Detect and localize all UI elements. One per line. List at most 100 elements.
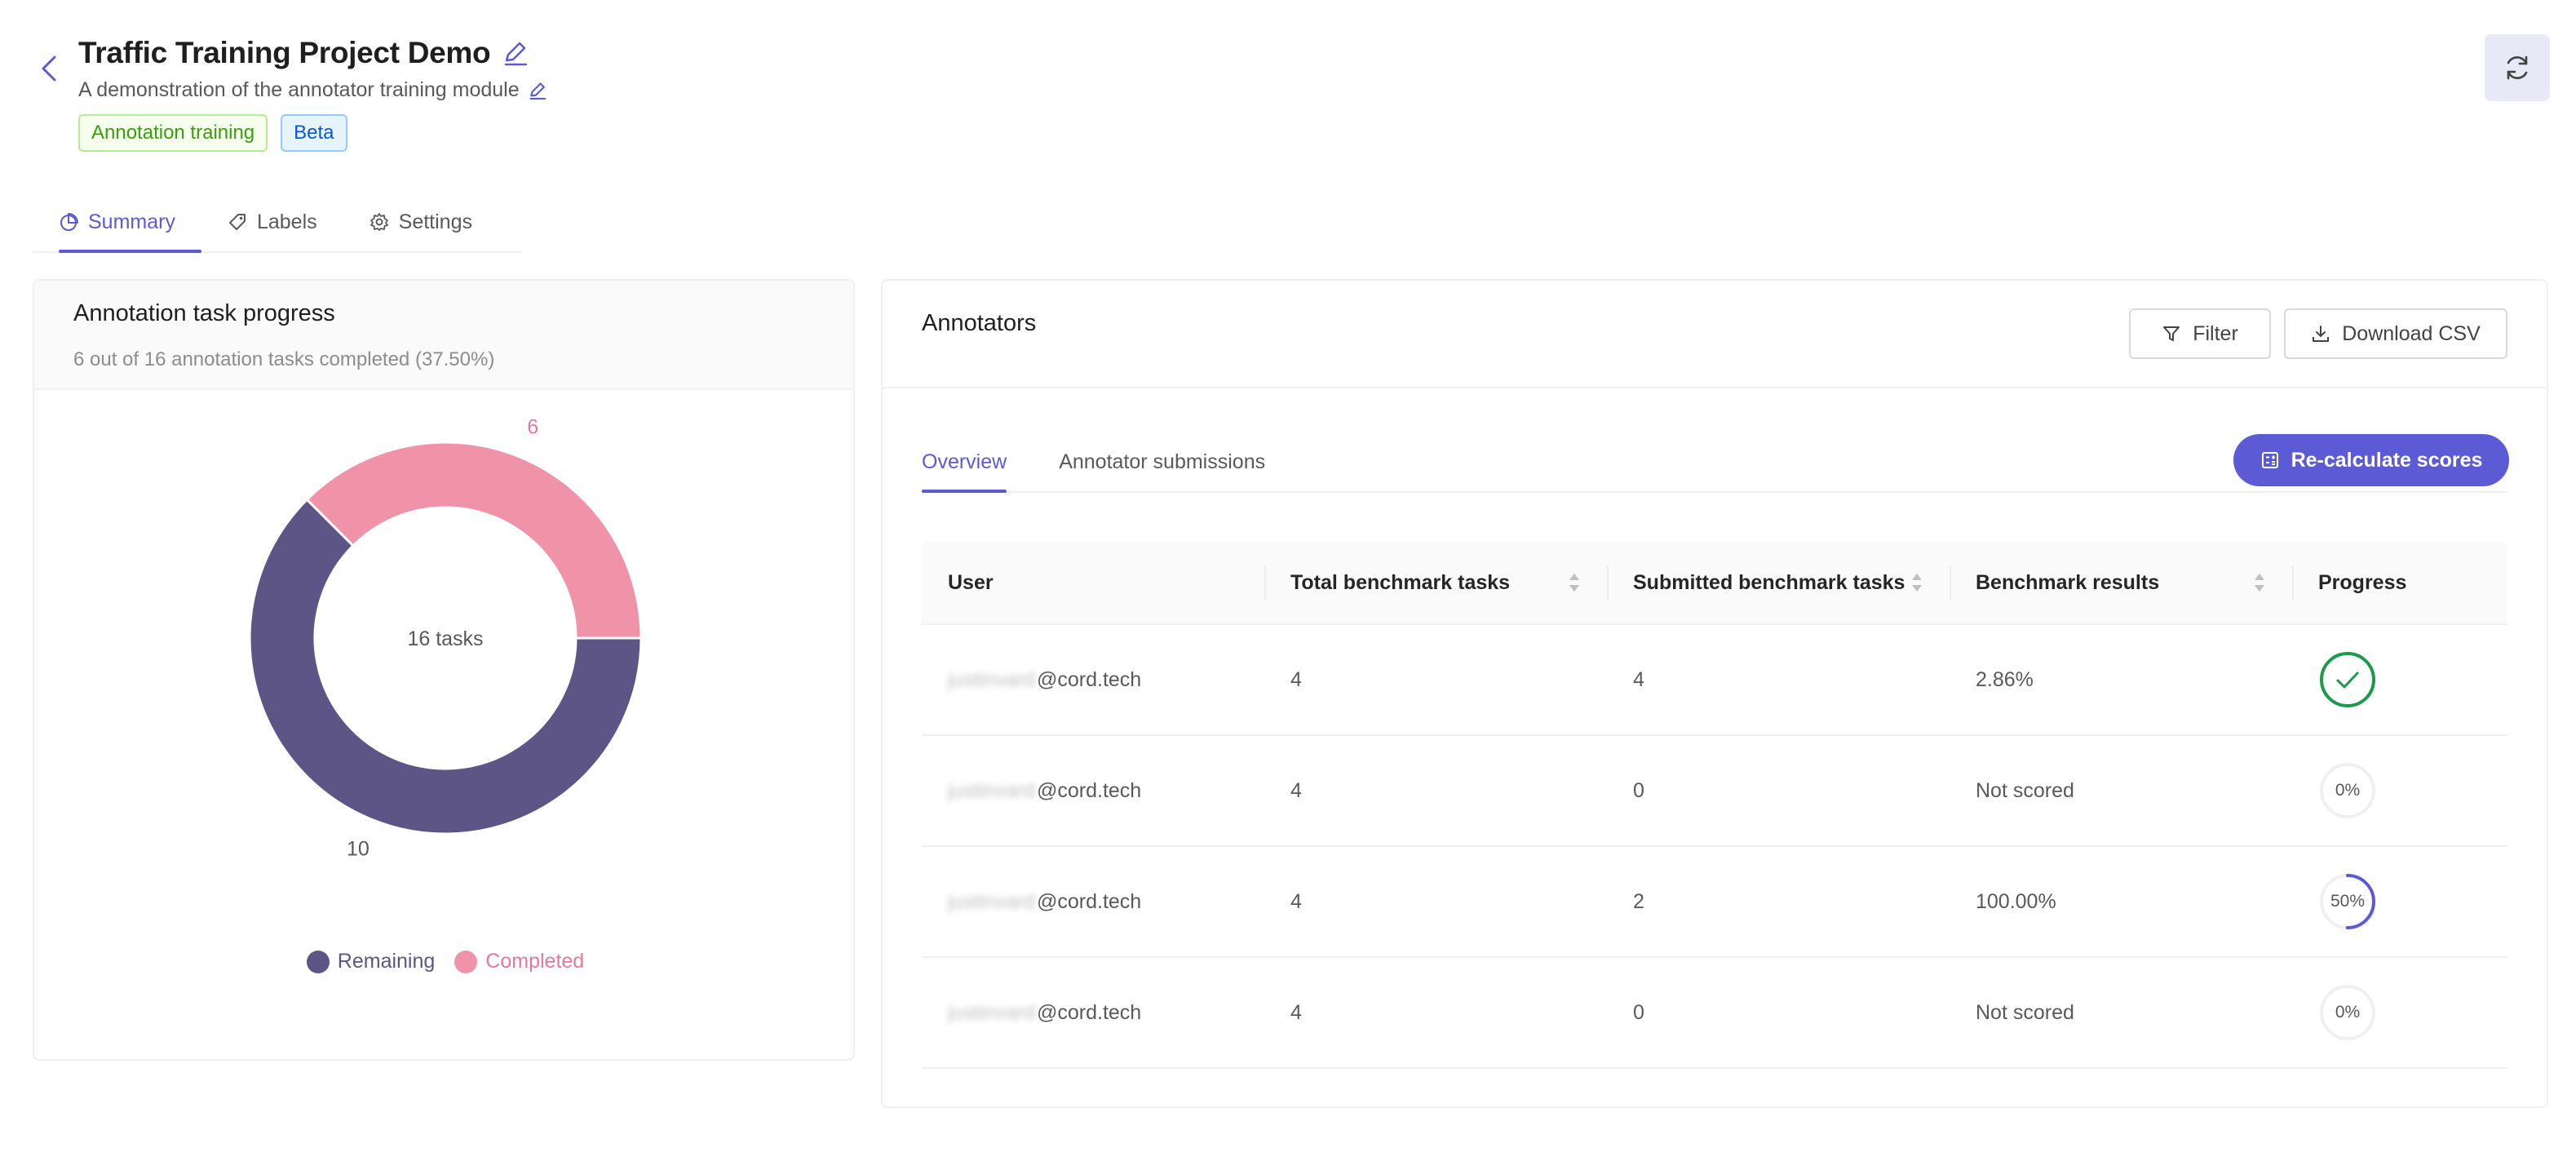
email-domain: @cord.tech — [1037, 1000, 1142, 1024]
title-row: Traffic Training Project Demo — [78, 36, 529, 70]
task-progress-donut-chart: 16 tasks 10 6 — [248, 415, 643, 861]
calculator-icon — [2261, 452, 2278, 468]
column-label-benchmark-results: Benchmark results — [1976, 570, 2160, 594]
table-row[interactable]: justinvard @cord.tech 4 0 Not scored 0% — [922, 958, 2507, 1069]
download-icon — [2313, 326, 2330, 342]
cell-progress: 0% — [2292, 958, 2507, 1067]
task-progress-title: Annotation task progress — [73, 300, 335, 326]
table-row[interactable]: justinvard @cord.tech 4 4 2.86% — [922, 625, 2507, 736]
legend-item-completed[interactable]: Completed — [454, 950, 584, 973]
cell-total: 4 — [1290, 889, 1302, 913]
download-csv-button[interactable]: Download CSV — [2284, 308, 2507, 359]
column-header-benchmark-results[interactable]: Benchmark results — [1950, 542, 2292, 623]
annotators-card: Annotators Filter Download CSV Overview … — [881, 279, 2548, 1108]
cell-user: justinvard @cord.tech — [922, 736, 1264, 845]
table-row[interactable]: justinvard @cord.tech 4 0 Not scored 0% — [922, 736, 2507, 847]
legend-swatch-remaining — [306, 950, 330, 973]
task-progress-header: Annotation task progress 6 out of 16 ann… — [34, 281, 853, 390]
pencil-icon — [505, 42, 528, 66]
back-button[interactable] — [33, 49, 65, 88]
cell-total: 4 — [1290, 778, 1302, 802]
cell-progress — [2292, 625, 2507, 734]
table-body: justinvard @cord.tech 4 4 2.86% justinvar… — [922, 625, 2507, 1069]
column-label-user: User — [948, 570, 994, 594]
progress-ring-track — [2320, 652, 2375, 707]
donut-legend: Remaining Completed — [34, 950, 856, 973]
cell-submitted: 0 — [1633, 1000, 1644, 1024]
email-domain: @cord.tech — [1037, 667, 1142, 691]
annotators-header: Annotators Filter Download CSV — [883, 281, 2547, 388]
donut-value-label-completed: 6 — [527, 415, 538, 438]
tab-labels[interactable]: Labels — [201, 193, 343, 251]
legend-label-completed: Completed — [485, 950, 585, 973]
progress-percent: 50% — [2330, 892, 2366, 911]
column-label-progress: Progress — [2318, 570, 2407, 594]
page-subtitle: A demonstration of the annotator trainin… — [78, 78, 520, 101]
progress-ring: 0% — [2318, 761, 2377, 820]
recalculate-scores-label: Re-calculate scores — [2291, 448, 2483, 472]
progress-ring: 50% — [2318, 872, 2377, 931]
task-progress-card: Annotation task progress 6 out of 16 ann… — [33, 279, 855, 1061]
cell-user: justinvard @cord.tech — [922, 958, 1264, 1067]
tab-labels-label: Labels — [256, 210, 317, 233]
subtab-annotator-submissions[interactable]: Annotator submissions — [1059, 432, 1265, 491]
redacted-username: justinvard — [948, 1000, 1035, 1024]
main-tabs: Summary Labels Settings — [33, 193, 522, 253]
annotation-training-tag: Annotation training — [78, 114, 268, 152]
donut-slice-completed[interactable] — [305, 441, 643, 640]
cell-result: 100.00% — [1976, 889, 2056, 913]
progress-percent: 0% — [2335, 1003, 2361, 1022]
annotators-table: User Total benchmark tasks Submitted ben… — [922, 542, 2507, 1069]
table-header: User Total benchmark tasks Submitted ben… — [922, 542, 2507, 625]
column-header-progress: Progress — [2292, 542, 2507, 623]
project-tags: Annotation training Beta — [78, 114, 347, 152]
pencil-icon — [529, 82, 546, 100]
beta-tag: Beta — [281, 114, 347, 152]
sort-icon[interactable] — [1568, 572, 1581, 593]
progress-ring-graphic — [2320, 652, 2375, 707]
filter-label: Filter — [2193, 321, 2238, 345]
cell-progress: 0% — [2292, 736, 2507, 845]
cell-user: justinvard @cord.tech — [922, 847, 1264, 956]
edit-subtitle-button[interactable] — [528, 81, 547, 100]
donut-center-label: 16 tasks — [407, 627, 483, 650]
sort-icon[interactable] — [1910, 572, 1923, 593]
email-domain: @cord.tech — [1037, 889, 1142, 913]
check-icon — [2336, 672, 2359, 689]
column-label-total-benchmark-tasks: Total benchmark tasks — [1290, 570, 1511, 594]
cell-submitted: 4 — [1633, 667, 1644, 691]
redacted-username: justinvard — [948, 667, 1035, 691]
column-header-total-benchmark-tasks[interactable]: Total benchmark tasks — [1264, 542, 1607, 623]
subtab-overview[interactable]: Overview — [922, 432, 1007, 493]
donut-value-label-remaining: 10 — [347, 838, 370, 861]
legend-label-remaining: Remaining — [337, 950, 436, 973]
tab-summary[interactable]: Summary — [33, 193, 201, 253]
column-label-submitted-benchmark-tasks: Submitted benchmark tasks — [1633, 570, 1905, 594]
tab-settings[interactable]: Settings — [343, 193, 498, 251]
cell-total: 4 — [1290, 1000, 1302, 1024]
email-domain: @cord.tech — [1037, 778, 1142, 802]
filter-button[interactable]: Filter — [2129, 308, 2271, 359]
pie-chart-icon — [60, 213, 78, 231]
tab-summary-label: Summary — [88, 210, 175, 233]
progress-ring — [2318, 650, 2377, 709]
progress-percent: 0% — [2335, 781, 2361, 800]
legend-item-remaining[interactable]: Remaining — [306, 950, 436, 973]
cell-result: Not scored — [1976, 1000, 2074, 1024]
progress-ring: 0% — [2318, 983, 2377, 1042]
refresh-button[interactable] — [2485, 34, 2550, 101]
cell-result: 2.86% — [1976, 667, 2034, 691]
edit-title-button[interactable] — [502, 39, 529, 67]
cell-progress: 50% — [2292, 847, 2507, 956]
table-row[interactable]: justinvard @cord.tech 4 2 100.00% 50% — [922, 847, 2507, 958]
column-header-submitted-benchmark-tasks[interactable]: Submitted benchmark tasks — [1607, 542, 1950, 623]
sync-icon — [2507, 55, 2528, 80]
page-title: Traffic Training Project Demo — [78, 36, 491, 69]
legend-swatch-completed — [454, 950, 478, 973]
recalculate-scores-button[interactable]: Re-calculate scores — [2233, 434, 2509, 486]
sort-icon[interactable] — [2253, 572, 2266, 593]
cell-submitted: 0 — [1633, 778, 1644, 802]
tag-icon — [228, 214, 246, 230]
tab-settings-label: Settings — [398, 210, 472, 233]
cell-result: Not scored — [1976, 778, 2074, 802]
